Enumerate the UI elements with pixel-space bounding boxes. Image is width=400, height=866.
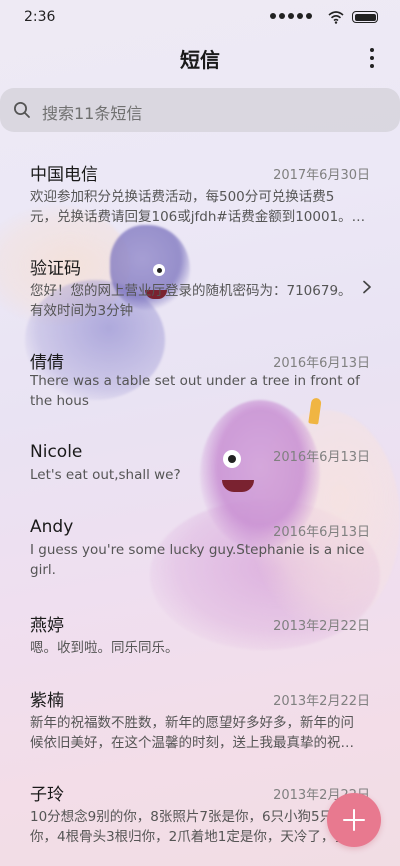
message-date: 2013年2月22日: [273, 694, 370, 709]
message-preview: 欢迎参加积分兑换话费活动，每500分可兑换话费5: [30, 189, 335, 205]
chevron-right-icon[interactable]: [362, 280, 372, 294]
message-preview: 嗯。收到啦。同乐同乐。: [30, 640, 179, 656]
list-item[interactable]: 紫楠 2013年2月22日 新年的祝福数不胜数，新年的愿望好多好多，新年的问 候…: [0, 676, 400, 756]
more-vertical-icon[interactable]: [364, 46, 380, 70]
message-preview: 10分想念9别的你，8张照片7张是你，6只小狗5只是: [30, 809, 347, 825]
message-preview: 有效时间为3分钟: [30, 303, 134, 319]
search-bar[interactable]: 搜索11条短信: [0, 88, 400, 132]
status-bar: 2:36: [0, 0, 400, 34]
message-date: 2016年6月13日: [273, 525, 370, 540]
app-header: 短信: [0, 40, 400, 76]
list-item[interactable]: Nicole 2016年6月13日 Let's eat out,shall we…: [0, 432, 400, 512]
list-item[interactable]: Andy 2016年6月13日 I guess you're some luck…: [0, 507, 400, 587]
message-preview: 新年的祝福数不胜数，新年的愿望好多好多，新年的问: [30, 715, 354, 731]
plus-icon: [343, 809, 365, 831]
message-preview: 你，4根骨头3根归你，2爪着地1定是你，天冷了，我…: [30, 829, 362, 845]
message-preview: 元，兑换话费请回复106或jfdh#话费金额到10001。…: [30, 209, 366, 225]
contact-name: 中国电信: [30, 165, 98, 185]
new-message-button[interactable]: [327, 793, 381, 847]
contact-name: Nicole: [30, 442, 83, 462]
message-preview: Let's eat out,shall we?: [30, 467, 181, 483]
contact-name: 验证码: [30, 259, 81, 279]
list-item[interactable]: 倩倩 2016年6月13日 There was a table set out …: [0, 338, 400, 418]
search-input[interactable]: 搜索11条短信: [42, 100, 142, 124]
status-time: 2:36: [24, 9, 56, 25]
message-preview: There was a table set out under a tree i…: [30, 373, 360, 389]
list-item[interactable]: 中国电信 2017年6月30日 欢迎参加积分兑换话费活动，每500分可兑换话费5…: [0, 150, 400, 230]
message-preview: 候依旧美好，在这个温馨的时刻，送上我最真挚的祝…: [30, 735, 354, 751]
message-date: 2016年6月13日: [273, 356, 370, 371]
battery-icon: [352, 11, 378, 23]
wifi-icon: [328, 11, 344, 24]
page-title: 短信: [180, 48, 220, 72]
message-date: 2017年6月30日: [273, 168, 370, 183]
contact-name: 子玲: [30, 785, 64, 805]
message-preview: girl.: [30, 562, 56, 578]
signal-dots-icon: [270, 13, 312, 19]
list-item[interactable]: 验证码 您好！您的网上营业厅登录的随机密码为：710679。 有效时间为3分钟: [0, 244, 400, 324]
contact-name: Andy: [30, 517, 74, 537]
contact-name: 倩倩: [30, 353, 64, 373]
message-date: 2016年6月13日: [273, 450, 370, 465]
message-preview: I guess you're some lucky guy.Stephanie …: [30, 542, 365, 558]
contact-name: 燕婷: [30, 616, 64, 636]
message-preview: the hous: [30, 393, 89, 409]
contact-name: 紫楠: [30, 691, 64, 711]
search-icon: [14, 102, 30, 118]
list-item[interactable]: 燕婷 2013年2月22日 嗯。收到啦。同乐同乐。: [0, 601, 400, 681]
message-date: 2013年2月22日: [273, 619, 370, 634]
message-preview: 您好！您的网上营业厅登录的随机密码为：710679。: [30, 283, 352, 299]
